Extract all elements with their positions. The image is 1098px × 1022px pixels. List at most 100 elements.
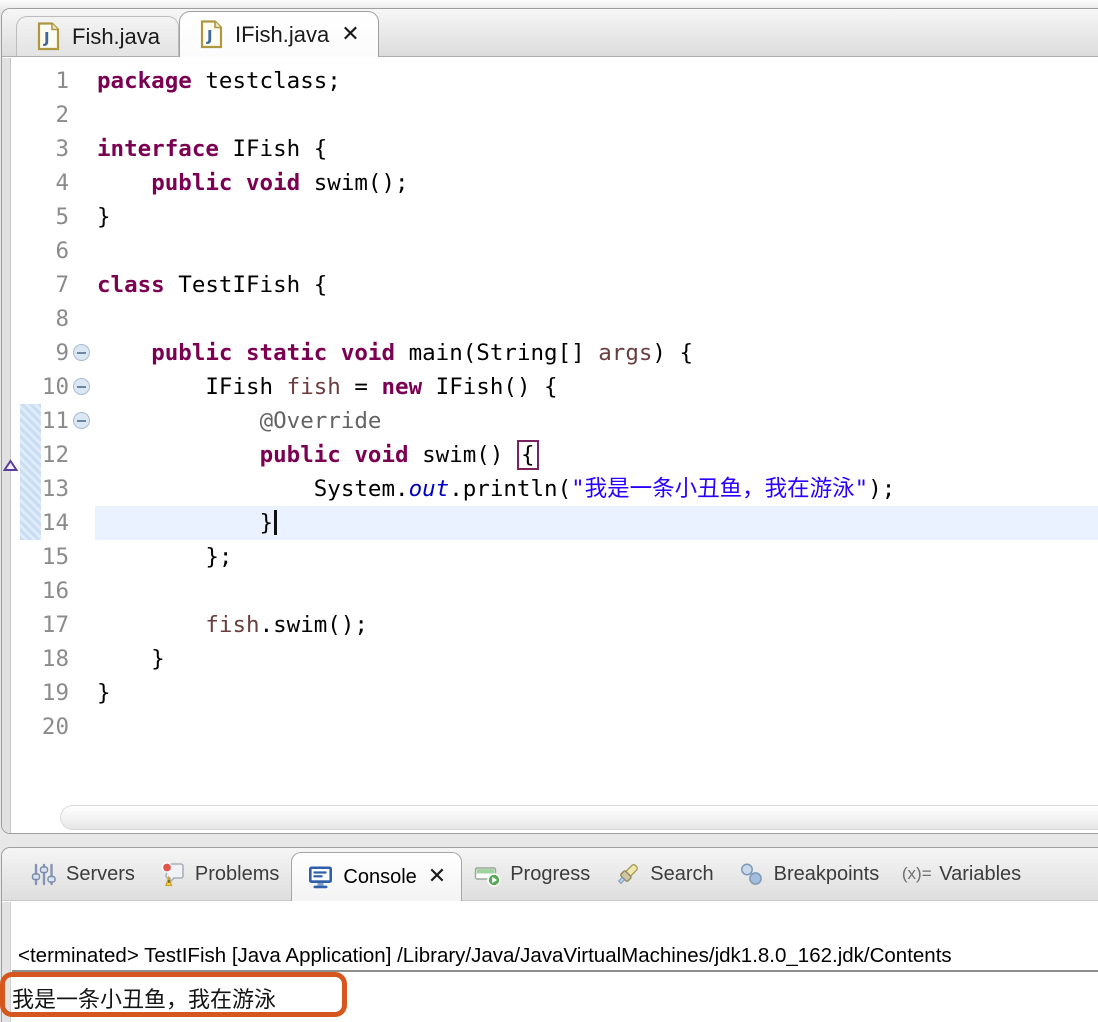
view-tab-servers[interactable]: Servers [18, 848, 147, 900]
code-line[interactable]: 7 class TestIFish { [2, 268, 1098, 302]
view-tab-label: Variables [939, 862, 1022, 885]
view-tab-problems[interactable]: Problems [147, 848, 291, 900]
console-icon [307, 864, 334, 891]
code-text[interactable]: System.out.println("我是一条小丑鱼，我在游泳"); [95, 472, 1098, 506]
close-tab-icon[interactable]: ✕ [341, 23, 359, 46]
code-token: args [598, 340, 653, 366]
console-panel: Servers Problems Console ✕ Progress Search Bre… [0, 847, 1098, 1022]
code-text[interactable]: } [95, 506, 1098, 540]
code-text[interactable] [95, 234, 1098, 268]
fold-collapse-icon[interactable] [73, 344, 90, 361]
fold-cell [69, 268, 95, 302]
gutter-marker-cell [2, 268, 20, 302]
view-tab-console[interactable]: Console ✕ [291, 852, 463, 901]
range-indicator-cell [20, 608, 41, 642]
code-text[interactable] [95, 574, 1098, 608]
editor-panel: J Fish.java J IFish.java ✕ 1 package testclas… [1, 8, 1098, 834]
view-tab-label: Problems [194, 862, 280, 885]
code-token: out [408, 476, 450, 502]
range-indicator-cell [20, 132, 41, 166]
code-text[interactable]: } [95, 676, 1098, 710]
range-indicator-cell [20, 574, 41, 608]
view-tab-progress[interactable]: Progress [462, 848, 602, 900]
range-indicator-cell [20, 268, 41, 302]
range-indicator-cell [20, 404, 41, 438]
code-line[interactable]: 9 public static void main(String[] args)… [2, 336, 1098, 370]
gutter-marker-cell [2, 540, 20, 574]
view-tab-label: Progress [510, 862, 591, 885]
code-line[interactable]: 2 [2, 98, 1098, 132]
console-content[interactable]: <terminated> TestIFish [Java Application… [0, 902, 1098, 1022]
fold-collapse-icon[interactable] [73, 412, 90, 429]
code-line[interactable]: 11 @Override [2, 404, 1098, 438]
code-line[interactable]: 16 [2, 574, 1098, 608]
editor-horizontal-scrollbar[interactable] [60, 805, 1098, 830]
view-tab-search[interactable]: Search [602, 848, 725, 900]
view-tabbar: Servers Problems Console ✕ Progress Search Bre… [2, 848, 1098, 901]
code-text[interactable]: class TestIFish { [95, 268, 1098, 302]
variables-icon: (x)= [901, 864, 932, 883]
editor-tab-fish-java[interactable]: J Fish.java [16, 16, 180, 56]
range-indicator-cell [20, 472, 41, 506]
gutter-marker-cell [2, 472, 20, 506]
close-tab-icon[interactable]: ✕ [428, 866, 446, 888]
code-line[interactable]: 13 System.out.println("我是一条小丑鱼，我在游泳"); [2, 472, 1098, 506]
editor-tab-ifish-java[interactable]: J IFish.java ✕ [179, 11, 379, 57]
code-text[interactable]: } [95, 642, 1098, 676]
code-line[interactable]: 3 interface IFish { [2, 132, 1098, 166]
line-number: 1 [55, 68, 69, 94]
code-token: public [151, 170, 233, 196]
fold-cell [69, 642, 95, 676]
line-number: 3 [55, 136, 69, 162]
fold-collapse-icon[interactable] [73, 378, 90, 395]
range-indicator-cell [20, 540, 41, 574]
code-token: void [246, 170, 301, 196]
code-text[interactable]: public void swim(); [95, 166, 1098, 200]
code-editor[interactable]: 1 package testclass; 2 3 interface IFish {4 … [2, 58, 1098, 833]
view-tab-variables[interactable]: (x)= Variables [891, 848, 1033, 900]
code-token: } [97, 646, 165, 672]
code-line[interactable]: 12 public void swim() { [2, 438, 1098, 472]
gutter-marker-cell [2, 506, 20, 540]
fold-cell [69, 574, 95, 608]
console-process-description: <terminated> TestIFish [Java Application… [18, 944, 952, 967]
code-text[interactable] [95, 98, 1098, 132]
line-number: 18 [41, 646, 69, 672]
fold-cell [69, 472, 95, 506]
code-line[interactable]: 19} [2, 676, 1098, 710]
view-tab-breakpoints[interactable]: Breakpoints [726, 848, 892, 900]
code-line[interactable]: 17 fish.swim(); [2, 608, 1098, 642]
code-line[interactable]: 1 package testclass; [2, 64, 1098, 98]
gutter-marker-cell [2, 370, 20, 404]
gutter-marker-cell [2, 200, 20, 234]
code-text[interactable]: public void swim() { [95, 438, 1098, 472]
line-number: 9 [55, 340, 69, 366]
code-line[interactable]: 15 }; [2, 540, 1098, 574]
code-line[interactable]: 10 IFish fish = new IFish() { [2, 370, 1098, 404]
code-line[interactable]: 6 [2, 234, 1098, 268]
code-text[interactable]: fish.swim(); [95, 608, 1098, 642]
java-file-icon: J [198, 20, 225, 49]
code-text[interactable]: @Override [95, 404, 1098, 438]
code-text[interactable] [95, 302, 1098, 336]
code-text[interactable]: package testclass; [95, 64, 1098, 98]
gutter-marker-cell [2, 608, 20, 642]
gutter-marker-cell [2, 438, 20, 472]
code-line[interactable]: 20 [2, 710, 1098, 744]
code-text[interactable]: } [95, 200, 1098, 234]
code-text[interactable]: public static void main(String[] args) { [95, 336, 1098, 370]
code-token: interface [97, 136, 219, 162]
code-text[interactable]: interface IFish { [95, 132, 1098, 166]
code-token: package [97, 68, 192, 94]
code-line[interactable]: 8 [2, 302, 1098, 336]
code-line[interactable]: 5} [2, 200, 1098, 234]
code-line[interactable]: 14 } [2, 506, 1098, 540]
code-line[interactable]: 4 public void swim(); [2, 166, 1098, 200]
code-text[interactable]: }; [95, 540, 1098, 574]
code-line[interactable]: 18 } [2, 642, 1098, 676]
code-token: = [340, 374, 382, 400]
code-text[interactable]: IFish fish = new IFish() { [95, 370, 1098, 404]
code-text[interactable] [95, 710, 1098, 744]
